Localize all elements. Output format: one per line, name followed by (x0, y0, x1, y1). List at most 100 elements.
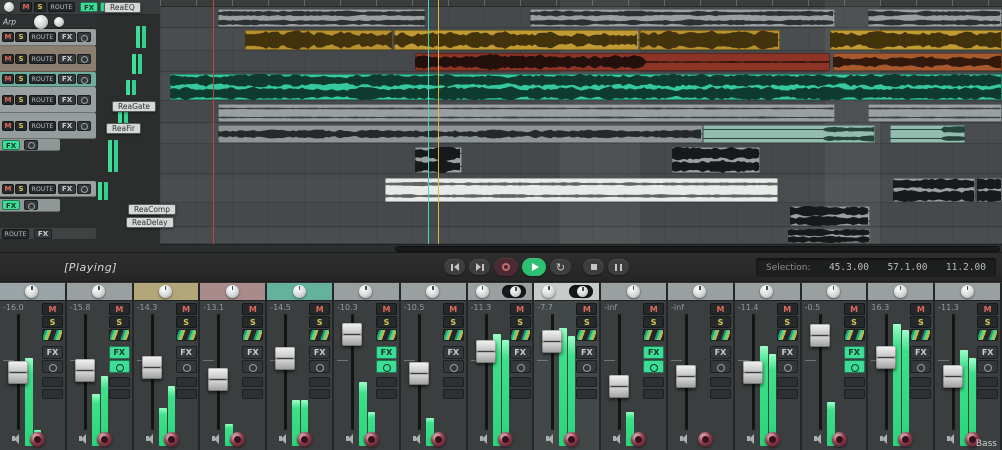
audio-clip[interactable] (830, 30, 1002, 50)
fx-bypass-button[interactable] (77, 32, 91, 42)
record-arm-button[interactable] (497, 432, 513, 447)
fx-button[interactable]: FX (42, 346, 63, 359)
mute-button[interactable]: M (843, 303, 865, 315)
fader-handle[interactable] (208, 368, 229, 391)
solo-button[interactable]: S (15, 183, 27, 194)
env-button[interactable] (776, 377, 798, 387)
audio-clip[interactable] (218, 104, 835, 122)
speaker-icon[interactable] (679, 433, 687, 444)
fader-track[interactable] (484, 314, 488, 430)
mute-button[interactable]: M (2, 94, 14, 105)
mute-button[interactable]: M (42, 303, 63, 315)
mute-button[interactable]: M (2, 183, 14, 194)
tcp-row[interactable]: Arp (0, 14, 96, 29)
env-button[interactable] (576, 377, 598, 387)
fader-handle[interactable] (609, 375, 630, 398)
width-knob[interactable] (577, 286, 589, 297)
pan-knob[interactable] (225, 285, 239, 298)
fx-bypass-button[interactable] (24, 200, 38, 210)
routing-button[interactable] (375, 329, 397, 341)
audio-clip[interactable] (218, 125, 703, 143)
fx-button[interactable]: FX (442, 346, 464, 359)
fx-button[interactable]: FX (108, 346, 130, 359)
go-to-start-button[interactable] (444, 259, 465, 275)
solo-button[interactable]: S (34, 2, 46, 12)
fx-bypass-button[interactable] (175, 360, 197, 373)
timeline[interactable] (160, 0, 1002, 252)
speaker-icon[interactable] (947, 433, 955, 444)
record-arm-button[interactable] (96, 432, 112, 447)
routing-button[interactable] (108, 329, 130, 341)
routing-button[interactable] (442, 329, 464, 341)
tcp-row[interactable]: M S ROUTE FX (0, 46, 96, 72)
fader-handle[interactable] (74, 359, 95, 382)
tcp-row[interactable]: FX (0, 199, 60, 212)
pan-knob[interactable] (960, 285, 974, 298)
pan-knob[interactable] (826, 285, 840, 298)
speaker-icon[interactable] (345, 433, 353, 444)
phase-button[interactable] (108, 389, 130, 399)
speaker-icon[interactable] (145, 433, 153, 444)
fx-button[interactable]: FX (977, 346, 999, 359)
fx-bypass-button[interactable] (843, 360, 865, 373)
volume-knob[interactable] (34, 14, 48, 29)
fader-handle[interactable] (742, 361, 763, 384)
fx-bypass-button[interactable] (509, 360, 531, 373)
mute-button[interactable]: M (20, 2, 32, 12)
fader-handle[interactable] (408, 362, 429, 385)
speaker-icon[interactable] (813, 433, 821, 444)
tcp-row[interactable]: FX (0, 139, 60, 151)
speaker-icon[interactable] (78, 433, 86, 444)
solo-button[interactable]: S (977, 316, 999, 328)
record-arm-button[interactable] (30, 432, 45, 447)
pan-knob[interactable] (25, 285, 39, 298)
route-button[interactable]: ROUTE (29, 32, 56, 42)
audio-clip[interactable] (868, 9, 1002, 27)
fx-bypass-button[interactable] (977, 360, 999, 373)
mute-button[interactable]: M (643, 303, 665, 315)
tcp-row[interactable]: M S ROUTE FX (0, 181, 96, 197)
phase-button[interactable] (643, 389, 665, 399)
pan-knob[interactable] (542, 285, 556, 298)
phase-button[interactable] (977, 389, 999, 399)
env-button[interactable] (175, 377, 197, 387)
pan-knob[interactable] (426, 285, 440, 298)
fx-plugin-pill[interactable]: ReaComp (128, 204, 176, 215)
fx-button[interactable]: FX (509, 346, 531, 359)
speaker-icon[interactable] (546, 433, 554, 444)
record-arm-button[interactable] (564, 432, 580, 447)
speaker-icon[interactable] (412, 433, 420, 444)
solo-button[interactable]: S (910, 316, 932, 328)
fx-bypass-button[interactable] (24, 139, 38, 150)
fx-plugin-pill[interactable]: ReaFir (106, 123, 142, 134)
route-button[interactable]: ROUTE (48, 2, 75, 12)
fx-bypass-button[interactable] (576, 360, 598, 373)
fx-button[interactable]: FX (58, 94, 76, 105)
env-button[interactable] (108, 377, 130, 387)
routing-button[interactable] (242, 329, 264, 341)
routing-button[interactable] (309, 329, 331, 341)
phase-button[interactable] (42, 389, 63, 399)
audio-clip[interactable] (893, 178, 975, 202)
pause-button[interactable] (608, 259, 629, 275)
mute-button[interactable]: M (709, 303, 731, 315)
repeat-button[interactable]: ↻ (550, 259, 571, 275)
speaker-icon[interactable] (212, 433, 220, 444)
route-button[interactable]: ROUTE (29, 74, 56, 84)
record-arm-button[interactable] (163, 432, 179, 447)
routing-button[interactable] (843, 329, 865, 341)
route-button[interactable]: ROUTE (29, 94, 56, 105)
fader-handle[interactable] (675, 365, 696, 388)
audio-clip[interactable] (385, 178, 778, 202)
audio-clip[interactable] (415, 53, 830, 71)
mute-button[interactable]: M (509, 303, 531, 315)
mute-button[interactable]: M (2, 53, 14, 64)
env-button[interactable] (42, 377, 63, 387)
env-button[interactable] (442, 377, 464, 387)
solo-button[interactable]: S (709, 316, 731, 328)
go-to-end-button[interactable] (469, 259, 490, 275)
fader-handle[interactable] (341, 323, 362, 346)
env-button[interactable] (309, 377, 331, 387)
phase-button[interactable] (910, 389, 932, 399)
fx-button[interactable]: FX (375, 346, 397, 359)
